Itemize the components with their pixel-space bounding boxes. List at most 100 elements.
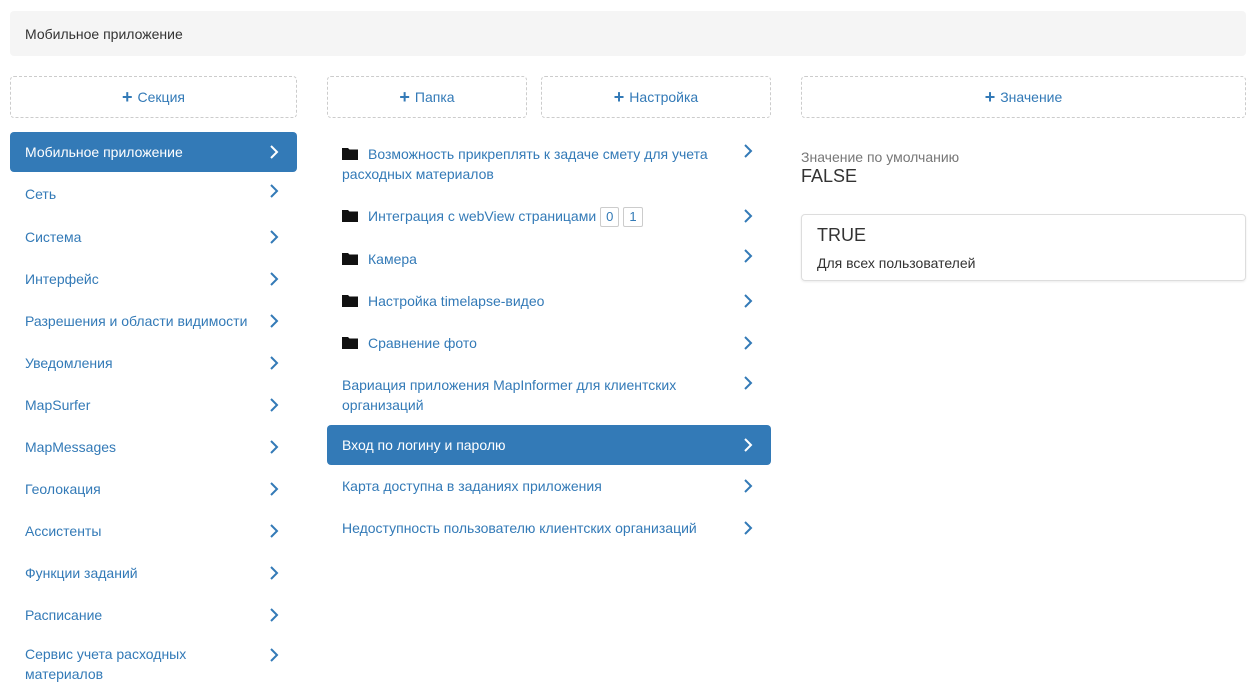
section-item[interactable]: MapSurfer — [10, 384, 297, 426]
setting-item[interactable]: Карта доступна в заданиях приложения — [327, 465, 771, 507]
section-item-label: Геолокация — [25, 481, 101, 497]
row-content: Возможность прикреплять к задаче смету д… — [342, 144, 731, 184]
default-value-label: Значение по умолчанию — [801, 149, 960, 165]
plus-icon: + — [399, 87, 410, 107]
section-item[interactable]: MapMessages — [10, 426, 297, 468]
row-content: Ассистенты — [25, 521, 101, 541]
setting-item-label: Сравнение фото — [368, 335, 477, 351]
add-section-button[interactable]: + Секция — [10, 76, 297, 118]
folder-icon — [342, 208, 358, 222]
row-content: Функции заданий — [25, 563, 138, 583]
chevron-right-icon — [267, 608, 281, 622]
chevron-right-icon — [267, 145, 281, 159]
chevron-right-icon — [267, 184, 281, 198]
default-value: FALSE — [801, 166, 858, 186]
row-content: Разрешения и области видимости — [25, 311, 247, 331]
folder-icon — [342, 146, 358, 160]
section-item[interactable]: Разрешения и области видимости — [10, 300, 297, 342]
setting-item-label: Интеграция с webView страницами — [368, 207, 597, 224]
row-content: Камера — [342, 249, 417, 269]
row-content: Интеграция с webView страницами 0 1 — [342, 206, 643, 227]
row-content: MapMessages — [25, 437, 116, 457]
setting-item-label: Карта доступна в заданиях приложения — [342, 478, 602, 494]
row-content: MapSurfer — [25, 395, 90, 415]
chevron-right-icon — [741, 521, 755, 535]
chevron-right-icon — [741, 336, 755, 350]
chevron-right-icon — [267, 230, 281, 244]
section-item-label: Сеть — [25, 186, 57, 202]
setting-item-label: Недоступность пользователю клиентских ор… — [342, 520, 697, 536]
add-folder-button[interactable]: + Папка — [327, 76, 527, 118]
add-setting-label: Настройка — [629, 89, 699, 105]
setting-item-label: Вариация приложения MapInformer для клие… — [342, 376, 677, 413]
breadcrumb: Мобильное приложение — [10, 11, 1246, 56]
section-item[interactable]: Ассистенты — [10, 510, 297, 552]
folder-icon — [342, 293, 358, 307]
section-item[interactable]: Мобильное приложение — [10, 132, 297, 172]
setting-item[interactable]: Настройка timelapse-видео — [327, 280, 771, 322]
count-badge: 0 — [600, 206, 620, 227]
row-content: Недоступность пользователю клиентских ор… — [342, 518, 697, 538]
setting-item[interactable]: Вариация приложения MapInformer для клие… — [327, 364, 771, 425]
section-item[interactable]: Уведомления — [10, 342, 297, 384]
chevron-right-icon — [267, 648, 281, 662]
chevron-right-icon — [267, 314, 281, 328]
add-folder-label: Папка — [414, 89, 455, 105]
chevron-right-icon — [267, 566, 281, 580]
row-content: Система — [25, 227, 81, 247]
chevron-right-icon — [267, 356, 281, 370]
chevron-right-icon — [267, 482, 281, 496]
row-content: Сеть — [25, 184, 56, 204]
setting-item[interactable]: Возможность прикреплять к задаче смету д… — [327, 132, 771, 195]
section-item[interactable]: Функции заданий — [10, 552, 297, 594]
row-content: Вариация приложения MapInformer для клие… — [342, 375, 731, 415]
chevron-right-icon — [267, 440, 281, 454]
section-item[interactable]: Геолокация — [10, 468, 297, 510]
chevron-right-icon — [741, 294, 755, 308]
chevron-right-icon — [741, 479, 755, 493]
setting-item[interactable]: Вход по логину и паролю — [327, 425, 771, 465]
plus-icon: + — [613, 87, 625, 107]
section-item-label: Функции заданий — [25, 565, 138, 581]
chevron-right-icon — [267, 272, 281, 286]
section-item[interactable]: Сеть — [10, 172, 297, 216]
chevron-right-icon — [741, 209, 755, 223]
row-content: Уведомления — [25, 353, 113, 373]
folder-icon — [342, 335, 358, 349]
setting-item[interactable]: Недоступность пользователю клиентских ор… — [327, 507, 771, 549]
count-badge: 1 — [623, 206, 643, 227]
section-item-label: Расписание — [25, 607, 103, 623]
section-item-label: Разрешения и области видимости — [25, 313, 248, 329]
row-content: Карта доступна в заданиях приложения — [342, 476, 602, 496]
setting-item-label: Настройка timelapse-видео — [368, 293, 545, 309]
section-item-label: Уведомления — [25, 355, 113, 371]
row-content: Сервис учета расходных материалов — [25, 644, 257, 684]
section-item[interactable]: Интерфейс — [10, 258, 297, 300]
add-setting-button[interactable]: + Настройка — [541, 76, 771, 118]
section-item-label: Интерфейс — [25, 271, 99, 287]
section-item[interactable]: Расписание — [10, 594, 297, 636]
value-card-value: TRUE — [817, 225, 866, 245]
chevron-right-icon — [741, 376, 755, 390]
row-content: Вход по логину и паролю — [342, 435, 506, 455]
section-item-label: MapMessages — [25, 439, 117, 455]
row-content: Геолокация — [25, 479, 101, 499]
folder-icon — [342, 251, 358, 265]
value-card[interactable]: TRUE Для всех пользователей — [801, 214, 1246, 281]
setting-item[interactable]: Камера — [327, 237, 771, 280]
add-value-button[interactable]: + Значение — [801, 76, 1246, 118]
value-card-scope: Для всех пользователей — [817, 255, 976, 271]
row-content: Интерфейс — [25, 269, 99, 289]
section-item-label: Ассистенты — [25, 523, 102, 539]
chevron-right-icon — [267, 524, 281, 538]
section-item[interactable]: Сервис учета расходных материалов — [10, 636, 297, 692]
row-content: Расписание — [25, 605, 102, 625]
setting-item-label: Вход по логину и паролю — [342, 437, 506, 453]
section-item-label: Сервис учета расходных материалов — [25, 646, 187, 682]
setting-item[interactable]: Сравнение фото — [327, 322, 771, 364]
plus-icon: + — [984, 87, 996, 107]
section-item[interactable]: Система — [10, 216, 297, 258]
setting-item[interactable]: Интеграция с webView страницами 0 1 — [327, 195, 771, 237]
setting-item-label: Возможность прикреплять к задаче смету д… — [342, 145, 708, 182]
add-value-label: Значение — [1000, 89, 1063, 105]
